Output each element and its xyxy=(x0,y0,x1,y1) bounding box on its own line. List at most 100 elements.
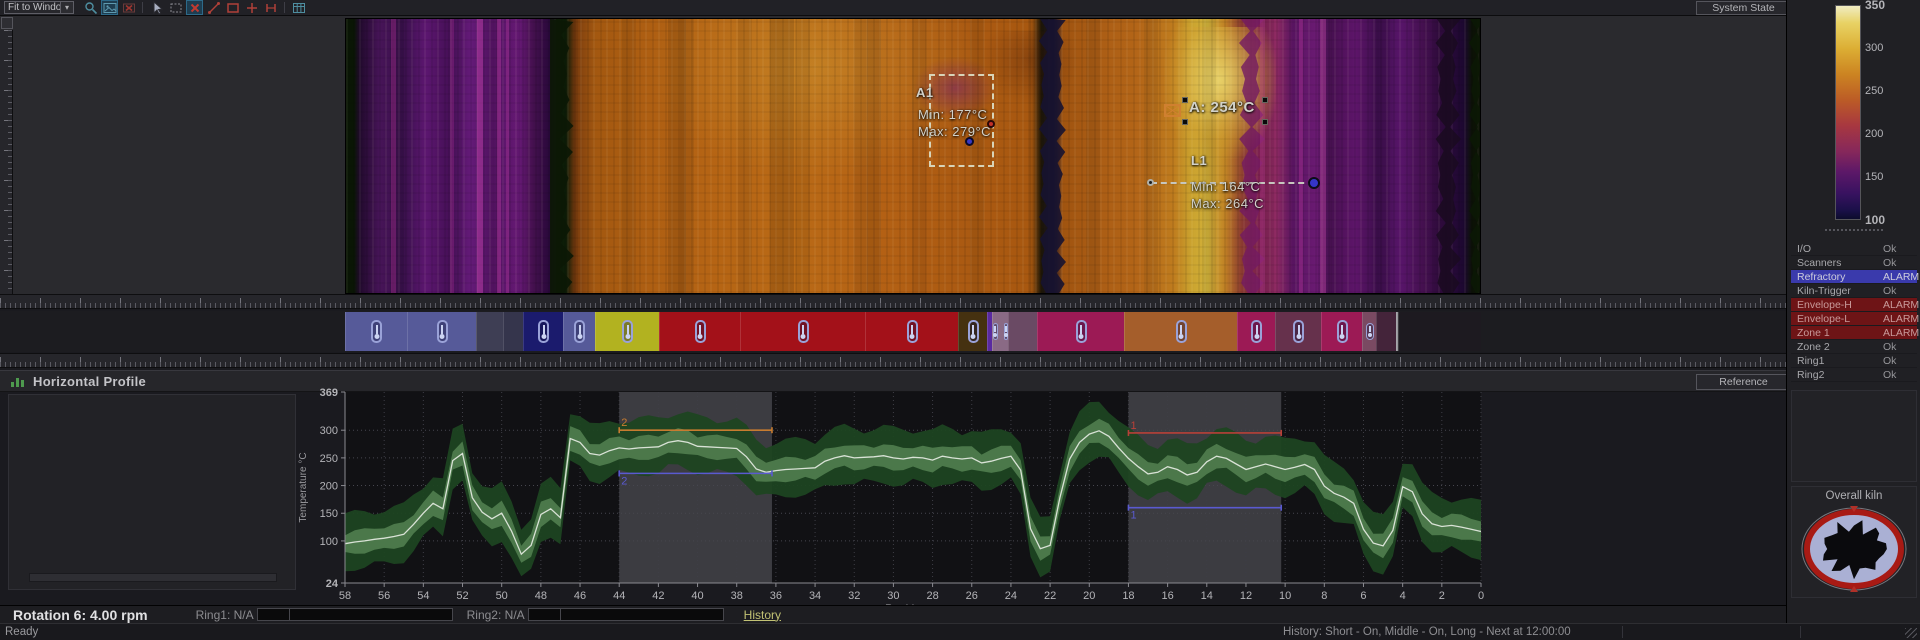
x-tick-label: 0 xyxy=(1478,590,1484,602)
selection-handle[interactable] xyxy=(1182,97,1188,103)
resize-grip[interactable] xyxy=(1905,628,1917,638)
y-tick-label: 369 xyxy=(320,387,338,399)
right-side-panel xyxy=(1791,390,1917,482)
zone-segment[interactable] xyxy=(1124,312,1237,351)
x-tick-label: 40 xyxy=(691,590,703,602)
profile-chart-svg: 2211369300250200150100245856545250484644… xyxy=(0,370,1786,610)
x-tick-label: 32 xyxy=(848,590,860,602)
marquee-select-icon[interactable] xyxy=(167,0,184,15)
x-tick-label: 36 xyxy=(770,590,782,602)
zone-segment[interactable] xyxy=(595,312,659,351)
zone-segment[interactable] xyxy=(659,312,740,351)
selection-handle[interactable] xyxy=(1182,119,1188,125)
thermometer-alarm-icon xyxy=(622,320,633,343)
dropdown-chevron-icon[interactable] xyxy=(61,1,74,14)
measure-area-icon[interactable] xyxy=(224,0,241,15)
area-a1-label: A1 xyxy=(916,85,934,100)
zone-segment[interactable] xyxy=(523,312,563,351)
zone-segment[interactable] xyxy=(865,312,958,351)
status-row-zone-1[interactable]: Zone 1ALARM xyxy=(1791,326,1917,340)
view-mode-dropdown[interactable]: Fit to Window xyxy=(4,1,61,14)
zone-segment[interactable] xyxy=(1321,312,1362,351)
x-tick-label: 12 xyxy=(1240,590,1252,602)
spot-measurement-icon[interactable] xyxy=(1164,104,1181,117)
ring1-value-box[interactable] xyxy=(257,608,290,621)
thermometer-alarm-icon xyxy=(695,320,706,343)
status-row-value: ALARM xyxy=(1883,312,1919,326)
thermometer-alarm-icon xyxy=(1293,320,1304,343)
zone-segment[interactable] xyxy=(1037,312,1124,351)
status-row-scanners[interactable]: ScannersOk xyxy=(1791,256,1917,270)
zone-segment[interactable] xyxy=(407,312,476,351)
measure-line-icon[interactable] xyxy=(205,0,222,15)
spot-a-label[interactable]: A: 254°C xyxy=(1189,99,1255,116)
history-schedule-status: History: Short - On, Middle - On, Long -… xyxy=(1283,626,1571,638)
zone-segment[interactable] xyxy=(958,312,987,351)
image-view-icon[interactable] xyxy=(101,0,118,15)
status-row-label: Zone 1 xyxy=(1797,326,1830,340)
status-row-label: Ring2 xyxy=(1797,368,1824,382)
status-row-value: Ok xyxy=(1883,368,1896,382)
zone-segment[interactable] xyxy=(1275,312,1321,351)
zone-segment[interactable] xyxy=(740,312,865,351)
line-l1-end-handle[interactable] xyxy=(1308,177,1320,189)
statusbar-separator xyxy=(1622,626,1623,638)
thermal-image[interactable]: A1 Min: 177°C Max: 279°C A: 254°C L1 Min… xyxy=(345,18,1481,294)
colorbar-tick-label: 250 xyxy=(1865,85,1883,97)
zone-strip-row xyxy=(0,311,1786,352)
ring2-value-box[interactable] xyxy=(528,608,561,621)
delete-annotation-icon[interactable] xyxy=(186,0,203,15)
overall-kiln-title: Overall kiln xyxy=(1792,490,1916,502)
measure-point-icon[interactable] xyxy=(243,0,260,15)
zone-segment[interactable] xyxy=(476,312,503,351)
toolbar: Fit to Window xyxy=(0,0,1786,16)
selection-handle[interactable] xyxy=(1262,97,1268,103)
toolbar-separator xyxy=(284,2,285,13)
pointer-icon[interactable] xyxy=(148,0,165,15)
zone-segment[interactable] xyxy=(992,312,1008,351)
status-row-refractory[interactable]: RefractoryALARM xyxy=(1791,270,1917,284)
status-row-label: Envelope-L xyxy=(1797,312,1850,326)
thermometer-alarm-icon xyxy=(907,320,918,343)
image-remove-icon[interactable] xyxy=(120,0,137,15)
status-row-kiln-trigger[interactable]: Kiln-TriggerOk xyxy=(1791,284,1917,298)
overall-kiln-gauge[interactable] xyxy=(1798,504,1910,594)
system-state-button[interactable]: System State xyxy=(1696,1,1791,15)
status-row-label: Envelope-H xyxy=(1797,298,1852,312)
zone-segment[interactable] xyxy=(1362,312,1376,351)
status-row-value: ALARM xyxy=(1883,298,1919,312)
status-row-i-o[interactable]: I/OOk xyxy=(1791,242,1917,256)
status-row-label: Refractory xyxy=(1797,270,1845,284)
status-row-ring2[interactable]: Ring2 Ok xyxy=(1791,368,1917,382)
zone-segment[interactable] xyxy=(563,312,595,351)
zone-segment[interactable] xyxy=(1376,312,1396,351)
line-l1-start-handle[interactable] xyxy=(1147,179,1154,186)
x-tick-label: 22 xyxy=(1044,590,1056,602)
status-row-label: Ring1 xyxy=(1797,354,1824,368)
zoom-icon[interactable] xyxy=(82,0,99,15)
thermometer-alarm-icon xyxy=(437,320,448,343)
selection-handle[interactable] xyxy=(1262,119,1268,125)
x-tick-label: 56 xyxy=(378,590,390,602)
thermometer-alarm-icon xyxy=(1366,323,1374,340)
line-l1-label: L1 xyxy=(1191,153,1207,168)
ring1-label: Ring1: N/A xyxy=(196,608,254,622)
table-icon[interactable] xyxy=(290,0,307,15)
ring1-progress-box[interactable] xyxy=(290,608,453,621)
area-a1-max: Max: 279°C xyxy=(918,124,991,139)
status-row-envelope-h[interactable]: Envelope-H ALARM xyxy=(1791,298,1917,312)
area-a1-min: Min: 177°C xyxy=(918,107,987,122)
ring2-progress-box[interactable] xyxy=(561,608,724,621)
measure-profile-icon[interactable] xyxy=(262,0,279,15)
right-panel: 350300250200150100 I/OOkScannersOkRefrac… xyxy=(1786,0,1920,623)
zone-segment[interactable] xyxy=(345,312,407,351)
zone-segment[interactable] xyxy=(1398,312,1481,351)
history-link[interactable]: History xyxy=(744,608,781,622)
status-row-zone-2[interactable]: Zone 2Ok xyxy=(1791,340,1917,354)
zone-segment[interactable] xyxy=(1008,312,1037,351)
zone-segment[interactable] xyxy=(1237,312,1275,351)
status-row-envelope-l[interactable]: Envelope-L ALARM xyxy=(1791,312,1917,326)
status-row-ring1[interactable]: Ring1Ok xyxy=(1791,354,1917,368)
zone-segment[interactable] xyxy=(503,312,523,351)
x-tick-label: 24 xyxy=(1005,590,1017,602)
